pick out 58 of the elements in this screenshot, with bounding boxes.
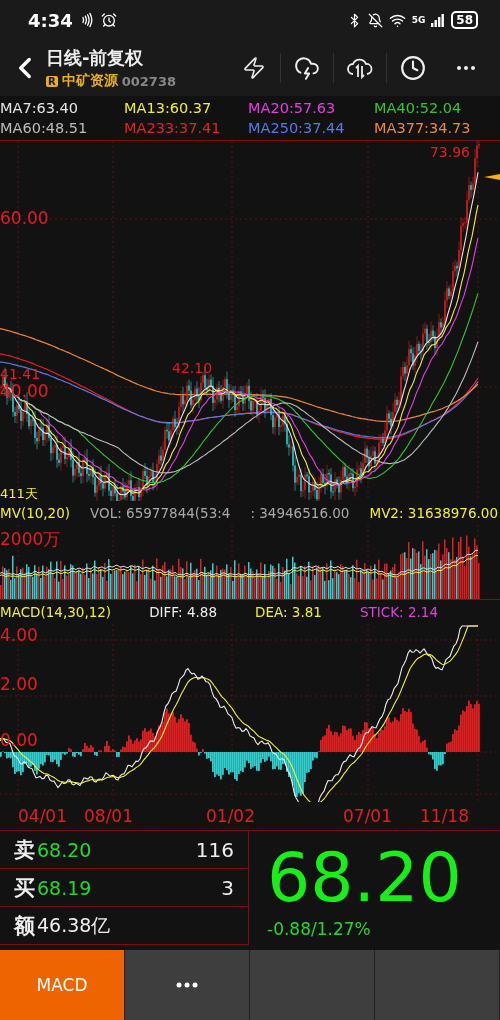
market-badge: R [46,75,58,87]
date-label: 08/01 [84,808,133,825]
mv1-value: : 34946516.00 [250,505,350,521]
quote-label: 额 [14,912,35,940]
date-label: 04/01 [18,808,67,825]
date-label: 07/01 [343,808,392,825]
dea-value: DEA: 3.81 [255,604,322,620]
quote-amount: 3 [221,875,234,900]
quote-label: 卖 [14,836,35,864]
macd-axis-label: 4.00 [0,627,38,644]
stock-name: 中矿资源 [61,72,118,90]
moving-average-value: MA250:37.44 [248,119,346,138]
page-title: 日线-前复权 [46,46,145,70]
moving-average-value: MA20:57.63 [248,99,337,118]
days-label: 411天 [0,487,38,500]
diff-value: DIFF: 4.88 [149,604,217,620]
quote-label: 买 [14,874,35,902]
lightning-icon [241,56,266,80]
more-icon [176,982,198,988]
date-label: 11/18 [420,808,469,825]
mv2-value: MV2: 31638976.00 [369,505,498,521]
quote-amount: 116 [195,837,234,862]
moving-average-value: MA60:48.51 [0,119,89,138]
current-price: 68.20 [267,837,463,919]
quote-price: 68.19 [37,876,93,899]
quote-price: 68.20 [37,838,93,861]
clock-time: 4:34 [28,9,73,31]
volume-axis-label: 2000万 [0,531,61,548]
price-axis-label: 60.00 [0,210,49,227]
alarm-icon [100,12,117,28]
moving-average-value: MA377:34.73 [374,119,472,138]
moving-average-value: MA7:63.40 [0,99,80,118]
volume-value: VOL: 65977844(53:4 [90,505,231,521]
moving-average-value: MA233:37.41 [124,119,222,138]
local-high-label: 42.10 [172,361,213,375]
signal-icon [431,13,446,27]
quote-price: 46.38亿 [37,912,112,938]
price-change: -0.88/1.27% [267,919,372,939]
battery-level: 58 [451,11,478,29]
high-price-label: 73.96 [429,145,470,159]
date-label: 01/02 [206,808,255,825]
clock-icon [400,55,426,81]
indicator-tab[interactable]: MACD [0,950,125,1020]
cloud-arrows-icon [346,56,374,80]
stick-value: STICK: 2.14 [360,604,438,620]
moving-average-value: MA13:60.37 [124,99,213,118]
more-icon [456,66,475,70]
moving-average-value: MA40:52.04 [374,99,463,118]
local-high-label: 41.41 [0,367,41,381]
macd-title: MACD(14,30,12) [0,604,112,620]
cloud-lightning-icon [294,55,320,81]
stock-code: 002738 [121,73,176,89]
volume-indicator-title: MV(10,20) [0,505,71,521]
price-pointer-icon [484,174,500,180]
network-type: 5G [411,15,426,25]
macd-axis-label: 2.00 [0,676,38,693]
macd-axis-label: 0.00 [0,732,38,749]
bell-off-icon [367,12,383,28]
